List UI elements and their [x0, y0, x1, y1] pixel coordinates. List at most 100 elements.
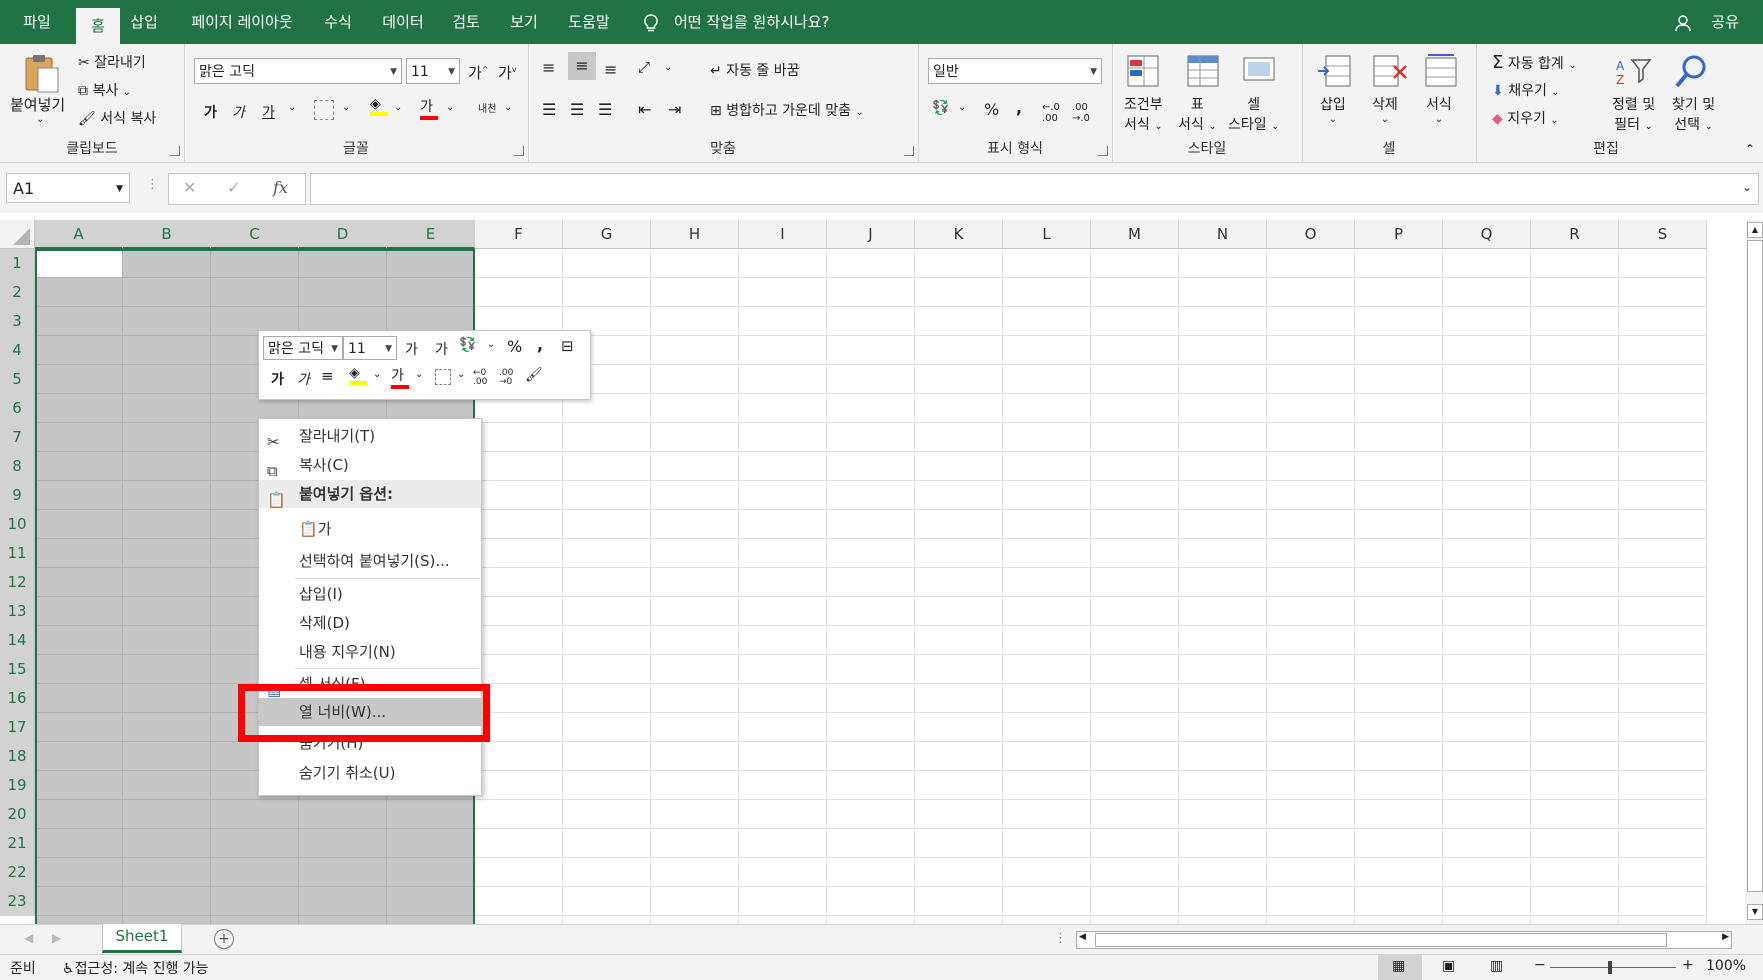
chevron-down-icon[interactable]: ⌄ — [487, 339, 495, 350]
row-header[interactable]: 13 — [0, 597, 35, 626]
column-header[interactable]: L — [1003, 220, 1091, 249]
scroll-up-icon[interactable]: ▲ — [1747, 222, 1763, 238]
column-header[interactable]: D — [299, 220, 387, 249]
row-header[interactable]: 2 — [0, 278, 35, 307]
menu-item-clear-contents[interactable]: 내용 지우기(N) — [259, 638, 481, 666]
decrease-decimal-icon[interactable]: .00 →.0 — [1072, 102, 1090, 124]
clear-button[interactable]: ◆ 지우기 ⌄ — [1492, 108, 1559, 128]
normal-view-button[interactable]: ▦ — [1378, 955, 1422, 980]
horizontal-scrollbar[interactable]: ◀ ▶ — [1076, 931, 1732, 949]
number-format-select[interactable]: 일반 ▼ — [928, 58, 1102, 84]
tab-data[interactable]: 데이터 — [374, 0, 432, 44]
formula-input[interactable]: ⌄ — [310, 173, 1759, 205]
row-header[interactable]: 11 — [0, 539, 35, 568]
align-middle-icon[interactable]: ≡ — [568, 52, 596, 80]
row-header[interactable]: 19 — [0, 771, 35, 800]
chevron-down-icon[interactable]: ⌄ — [342, 102, 350, 113]
tab-home[interactable]: 홈 — [76, 8, 120, 44]
row-header[interactable]: 10 — [0, 510, 35, 539]
vertical-scrollbar[interactable]: ▲ ▼ — [1745, 220, 1763, 924]
decrease-indent-icon[interactable]: ⇤ — [638, 100, 651, 119]
column-header[interactable]: M — [1091, 220, 1179, 249]
row-header[interactable]: 22 — [0, 858, 35, 887]
mini-font-size-select[interactable]: 11 ▼ — [343, 336, 397, 360]
row-header[interactable]: 5 — [0, 365, 35, 394]
add-sheet-button[interactable]: + — [214, 929, 234, 949]
chevron-down-icon[interactable]: ⌄ — [504, 102, 512, 113]
insert-function-button[interactable]: fx — [273, 178, 288, 197]
dialog-launcher-icon[interactable] — [514, 146, 524, 156]
chevron-down-icon[interactable]: ⌄ — [394, 102, 402, 113]
zoom-slider-thumb[interactable] — [1608, 961, 1612, 974]
align-bottom-icon[interactable]: ≡ — [604, 60, 617, 79]
share-button[interactable]: 공유 — [1711, 0, 1739, 44]
column-header[interactable]: C — [211, 220, 299, 249]
underline-button[interactable]: 가 — [262, 102, 275, 122]
row-header[interactable]: 6 — [0, 394, 35, 423]
copy-button[interactable]: ⧉ 복사 ⌄ — [78, 80, 131, 100]
mini-fill-color-button[interactable]: ◈ — [349, 365, 367, 385]
sheet-tab-sheet1[interactable]: Sheet1 — [102, 924, 182, 953]
scroll-right-icon[interactable]: ▶ — [1722, 932, 1729, 942]
merge-center-button[interactable]: ⊞ 병합하고 가운데 맞춤 ⌄ — [710, 100, 864, 120]
mini-italic-button[interactable]: 가 — [297, 369, 310, 389]
row-header[interactable]: 15 — [0, 655, 35, 684]
row-header[interactable]: 1 — [0, 249, 35, 278]
menu-item-unhide[interactable]: 숨기기 취소(U) — [259, 759, 481, 787]
delete-cells-button[interactable]: 삭제 ⌄ — [1372, 94, 1398, 125]
percent-button[interactable]: % — [984, 100, 999, 119]
scroll-right-icon[interactable]: ▶ — [52, 931, 61, 945]
bold-button[interactable]: 가 — [204, 102, 217, 122]
row-header[interactable]: 18 — [0, 742, 35, 771]
font-size-select[interactable]: 11 ▼ — [406, 58, 460, 84]
menu-item-paste-special[interactable]: 선택하여 붙여넣기(S)... — [259, 547, 481, 575]
mini-font-name-select[interactable]: 맑은 고딕 ▼ — [263, 336, 343, 360]
cancel-icon[interactable]: ✕ — [183, 178, 196, 197]
phonetic-button[interactable]: 내천 — [478, 100, 496, 115]
tab-insert[interactable]: 삽입 — [122, 0, 166, 44]
format-painter-button[interactable]: 🖌 서식 복사 — [78, 108, 156, 128]
scroll-down-icon[interactable]: ▼ — [1747, 904, 1763, 920]
column-header[interactable]: Q — [1443, 220, 1531, 249]
column-header[interactable]: B — [123, 220, 211, 249]
row-header[interactable]: 14 — [0, 626, 35, 655]
wrap-text-button[interactable]: ↵ 자동 줄 바꿈 — [710, 60, 800, 80]
mini-comma-button[interactable]: , — [537, 335, 543, 354]
chevron-down-icon[interactable]: ⌄ — [415, 369, 423, 380]
chevron-down-icon[interactable]: ⌄ — [958, 102, 966, 113]
row-header[interactable]: 9 — [0, 481, 35, 510]
scroll-thumb[interactable] — [1095, 933, 1667, 947]
format-as-table-button[interactable]: 표 서식 ⌄ — [1178, 94, 1217, 134]
zoom-in-icon[interactable]: + — [1682, 957, 1694, 973]
tab-help[interactable]: 도움말 — [560, 0, 618, 44]
sort-filter-button[interactable]: 정렬 및 필터 ⌄ — [1612, 94, 1655, 134]
tab-review[interactable]: 검토 — [444, 0, 488, 44]
conditional-format-button[interactable]: 조건부 서식 ⌄ — [1124, 94, 1163, 134]
check-icon[interactable]: ✓ — [227, 178, 240, 197]
paste-dropdown-icon[interactable]: ⌄ — [36, 114, 44, 125]
column-header[interactable]: K — [915, 220, 1003, 249]
row-header[interactable]: 12 — [0, 568, 35, 597]
mini-shrink-font-button[interactable]: 가 — [435, 339, 448, 359]
dialog-launcher-icon[interactable] — [904, 146, 914, 156]
menu-item-delete[interactable]: 삭제(D) — [259, 609, 481, 637]
currency-icon[interactable]: 💱 — [932, 100, 949, 116]
row-header[interactable]: 17 — [0, 713, 35, 742]
chevron-down-icon[interactable]: ⌄ — [373, 369, 381, 380]
paste-button[interactable]: 붙여넣기 — [10, 94, 65, 115]
font-color-button[interactable]: 가 — [420, 96, 438, 120]
autosum-button[interactable]: Σ 자동 합계 ⌄ — [1492, 52, 1577, 73]
increase-decimal-icon[interactable]: ←.0.00 — [1042, 102, 1060, 124]
italic-button[interactable]: 가 — [232, 102, 245, 122]
column-header[interactable]: R — [1531, 220, 1619, 249]
scroll-thumb[interactable] — [1747, 240, 1763, 892]
mini-format-painter-icon[interactable]: 🖌 — [525, 367, 543, 383]
tell-me-search[interactable]: 어떤 작업을 원하시나요? — [674, 0, 830, 44]
increase-indent-icon[interactable]: ⇥ — [668, 100, 681, 119]
zoom-level[interactable]: 100% — [1706, 958, 1746, 974]
column-header[interactable]: G — [563, 220, 651, 249]
row-header[interactable]: 20 — [0, 800, 35, 829]
column-header[interactable]: N — [1179, 220, 1267, 249]
mini-font-color-button[interactable]: 가 — [391, 365, 409, 389]
format-cells-button[interactable]: 서식 ⌄ — [1426, 94, 1452, 125]
